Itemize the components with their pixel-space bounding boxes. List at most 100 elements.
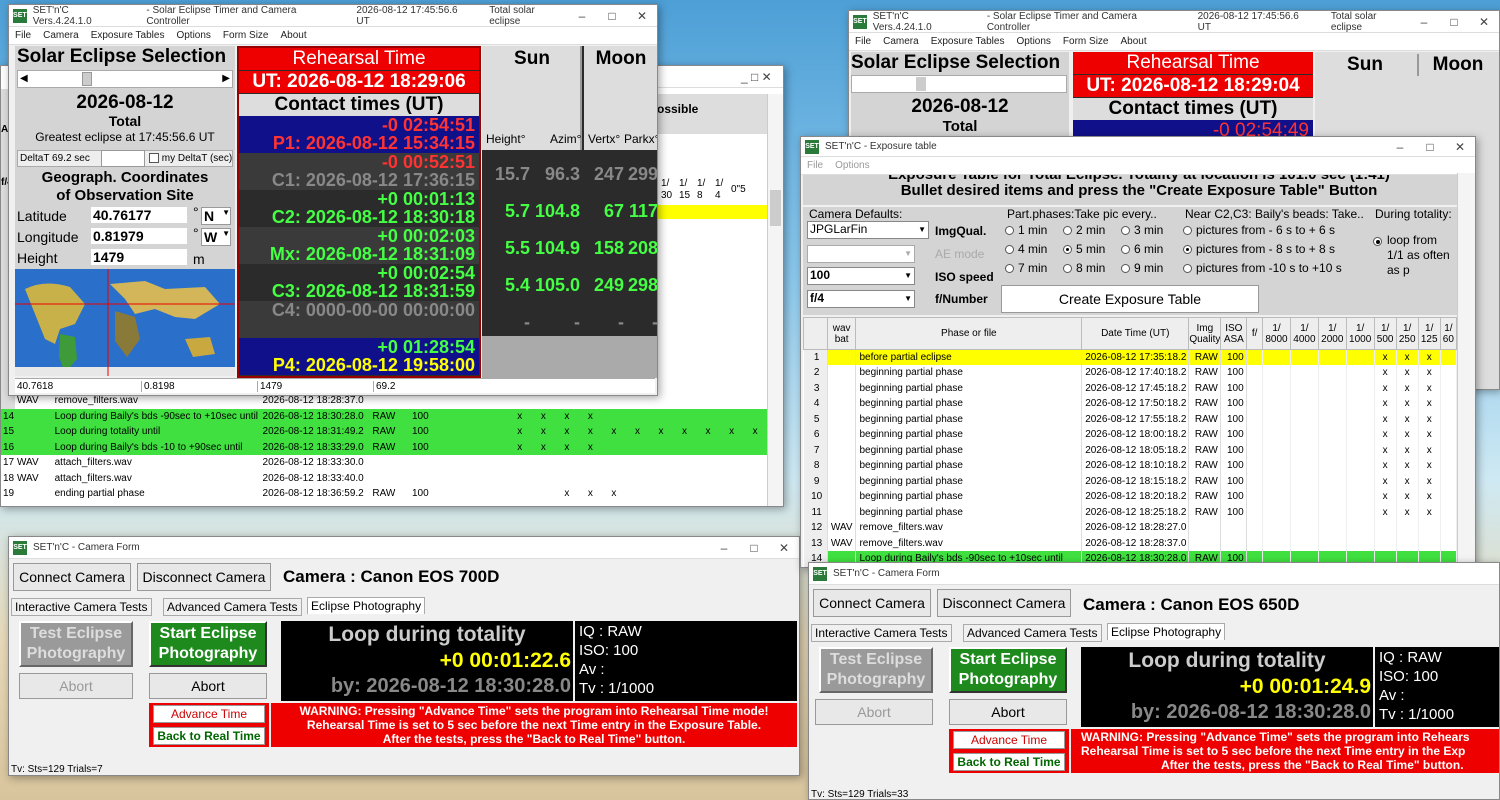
- back-to-real-time-button[interactable]: Back to Real Time: [953, 753, 1065, 771]
- table-row[interactable]: 7 beginning partial phase 2026-08-12 18:05…: [803, 442, 1458, 458]
- partial-interval-radio[interactable]: 4 min: [1005, 242, 1047, 256]
- menu-options[interactable]: Options: [829, 160, 875, 171]
- table-row[interactable]: 19 ending partial phase 2026-08-12 18:36:5…: [1, 486, 767, 502]
- partial-interval-radio[interactable]: 9 min: [1121, 261, 1163, 275]
- disconnect-camera-button[interactable]: Disconnect Camera: [137, 563, 271, 591]
- totality-loop-radio[interactable]: loop from 1/1 as often as p: [1373, 233, 1455, 278]
- abort-test-button[interactable]: Abort: [815, 699, 933, 725]
- table-row[interactable]: 16 Loop during Baily's bds -10 to +90sec …: [1, 439, 767, 455]
- table-row[interactable]: 2 beginning partial phase 2026-08-12 17:40…: [803, 365, 1458, 381]
- scrollbar[interactable]: [767, 94, 783, 506]
- table-row[interactable]: 12 WAV remove_filters.wav 2026-08-12 18:28:…: [803, 520, 1458, 536]
- connect-camera-button[interactable]: Connect Camera: [13, 563, 131, 591]
- longitude-input[interactable]: 0.81979: [91, 228, 187, 244]
- table-row[interactable]: 5 beginning partial phase 2026-08-12 17:55…: [803, 411, 1458, 427]
- column-header[interactable]: 1/ 2000: [1317, 317, 1347, 350]
- table-row[interactable]: 9 beginning partial phase 2026-08-12 18:15…: [803, 473, 1458, 489]
- column-header[interactable]: 1/ 4000: [1289, 317, 1319, 350]
- column-header[interactable]: 1/ 500: [1373, 317, 1397, 350]
- menu-about[interactable]: About: [274, 30, 312, 41]
- partial-interval-radio[interactable]: 1 min: [1005, 223, 1047, 237]
- partial-interval-radio[interactable]: 2 min: [1063, 223, 1105, 237]
- partial-interval-radio[interactable]: 7 min: [1005, 261, 1047, 275]
- start-eclipse-photography-button[interactable]: Start Eclipse Photography: [949, 647, 1067, 693]
- height-input[interactable]: 1479: [91, 249, 187, 265]
- menu-exposure-tables[interactable]: Exposure Tables: [85, 30, 171, 41]
- tab-advanced-camera-tests[interactable]: Advanced Camera Tests: [963, 624, 1102, 642]
- menu-file[interactable]: File: [9, 30, 37, 41]
- window-controls[interactable]: _ □ ✕: [741, 70, 772, 84]
- lat-direction-select[interactable]: N ▼: [201, 207, 231, 225]
- table-row[interactable]: 15 Loop during totality until 2026-08-12 1…: [1, 424, 767, 440]
- deltat-input[interactable]: [101, 150, 145, 167]
- minimize-icon[interactable]: –: [567, 9, 597, 23]
- start-eclipse-photography-button[interactable]: Start Eclipse Photography: [149, 621, 267, 667]
- bailys-beads-radio[interactable]: pictures from - 6 s to + 6 s: [1183, 223, 1369, 242]
- imgqual-select[interactable]: JPGLarFin ▼: [807, 221, 929, 239]
- abort-button[interactable]: Abort: [149, 673, 267, 699]
- abort-test-button[interactable]: Abort: [19, 673, 133, 699]
- column-header[interactable]: Img Quality: [1188, 317, 1222, 350]
- table-row[interactable]: 6 beginning partial phase 2026-08-12 18:00…: [803, 427, 1458, 443]
- table-row[interactable]: 10 beginning partial phase 2026-08-12 18:2…: [803, 489, 1458, 505]
- table-row[interactable]: 13 WAV remove_filters.wav 2026-08-12 18:28:…: [803, 535, 1458, 551]
- create-exposure-table-button[interactable]: Create Exposure Table: [1001, 285, 1259, 313]
- close-icon[interactable]: ✕: [627, 9, 657, 23]
- advance-time-button[interactable]: Advance Time: [153, 705, 265, 723]
- partial-interval-radio[interactable]: 6 min: [1121, 242, 1163, 256]
- fnumber-select[interactable]: f/4 ▼: [807, 290, 915, 308]
- tab-interactive-camera-tests[interactable]: Interactive Camera Tests: [11, 598, 152, 616]
- back-to-real-time-button[interactable]: Back to Real Time: [153, 727, 265, 745]
- column-header[interactable]: Date Time (UT): [1081, 317, 1190, 350]
- column-header[interactable]: 1/ 8000: [1262, 317, 1291, 350]
- cell-mark: x: [1396, 396, 1419, 412]
- column-header[interactable]: 1/ 250: [1395, 317, 1419, 350]
- bailys-beads-radio[interactable]: pictures from - 8 s to + 8 s: [1183, 242, 1369, 261]
- table-row[interactable]: 1 before partial eclipse 2026-08-12 17:35:…: [803, 349, 1458, 365]
- column-header[interactable]: Phase or file: [855, 317, 1083, 350]
- menu-options[interactable]: Options: [170, 30, 216, 41]
- advance-time-button[interactable]: Advance Time: [953, 731, 1065, 749]
- test-eclipse-photography-button[interactable]: Test Eclipse Photography: [19, 621, 133, 667]
- table-row[interactable]: 4 beginning partial phase 2026-08-12 17:50…: [803, 396, 1458, 412]
- menu-camera[interactable]: Camera: [37, 30, 85, 41]
- my-deltat-checkbox[interactable]: my DeltaT (sec): [149, 153, 232, 164]
- column-header[interactable]: 1/ 125: [1417, 317, 1441, 350]
- eclipse-slider[interactable]: ◀ ▶: [17, 70, 233, 88]
- test-eclipse-photography-button[interactable]: Test Eclipse Photography: [819, 647, 933, 693]
- column-header[interactable]: 1/ 60: [1439, 317, 1458, 350]
- eclipse-slider[interactable]: [851, 75, 1067, 93]
- partial-interval-radio[interactable]: 3 min: [1121, 223, 1163, 237]
- latitude-input[interactable]: 40.76177: [91, 207, 187, 223]
- table-row[interactable]: 3 beginning partial phase 2026-08-12 17:45…: [803, 380, 1458, 396]
- right-scrollbar[interactable]: [1457, 173, 1475, 567]
- cell-mark: [508, 455, 532, 471]
- abort-button[interactable]: Abort: [949, 699, 1067, 725]
- connect-camera-button[interactable]: Connect Camera: [813, 589, 931, 617]
- tab-eclipse-photography[interactable]: Eclipse Photography: [307, 597, 426, 614]
- table-row[interactable]: 17 WAV attach_filters.wav 2026-08-12 18:33:…: [1, 455, 767, 471]
- table-row[interactable]: 11 beginning partial phase 2026-08-12 18:2…: [803, 504, 1458, 520]
- column-header[interactable]: ISO ASA: [1220, 317, 1248, 350]
- maximize-icon[interactable]: □: [597, 9, 627, 23]
- menu-file[interactable]: File: [801, 160, 829, 171]
- lon-direction-select[interactable]: W ▼: [201, 228, 231, 246]
- tab-interactive-camera-tests[interactable]: Interactive Camera Tests: [811, 624, 952, 642]
- partial-interval-radio[interactable]: 5 min: [1063, 242, 1105, 256]
- column-header[interactable]: 1/ 1000: [1345, 317, 1375, 350]
- partial-interval-radio[interactable]: 8 min: [1063, 261, 1105, 275]
- table-row[interactable]: 14 Loop during Baily's bds -90sec to +10s…: [1, 408, 767, 424]
- tab-eclipse-photography[interactable]: Eclipse Photography: [1107, 623, 1226, 640]
- table-row[interactable]: 18 WAV attach_filters.wav 2026-08-12 18:33:…: [1, 471, 767, 487]
- cell-wav: [827, 349, 857, 365]
- world-map[interactable]: [15, 269, 235, 376]
- table-row[interactable]: 8 beginning partial phase 2026-08-12 18:10…: [803, 458, 1458, 474]
- tab-advanced-camera-tests[interactable]: Advanced Camera Tests: [163, 598, 302, 616]
- column-header[interactable]: f/: [1246, 317, 1264, 350]
- ae-mode-select[interactable]: ▼: [807, 245, 915, 263]
- column-header[interactable]: wav bat: [826, 317, 857, 350]
- bailys-beads-radio[interactable]: pictures from -10 s to +10 s: [1183, 261, 1369, 280]
- iso-select[interactable]: 100 ▼: [807, 267, 915, 285]
- menu-form-size[interactable]: Form Size: [217, 30, 275, 41]
- disconnect-camera-button[interactable]: Disconnect Camera: [937, 589, 1071, 617]
